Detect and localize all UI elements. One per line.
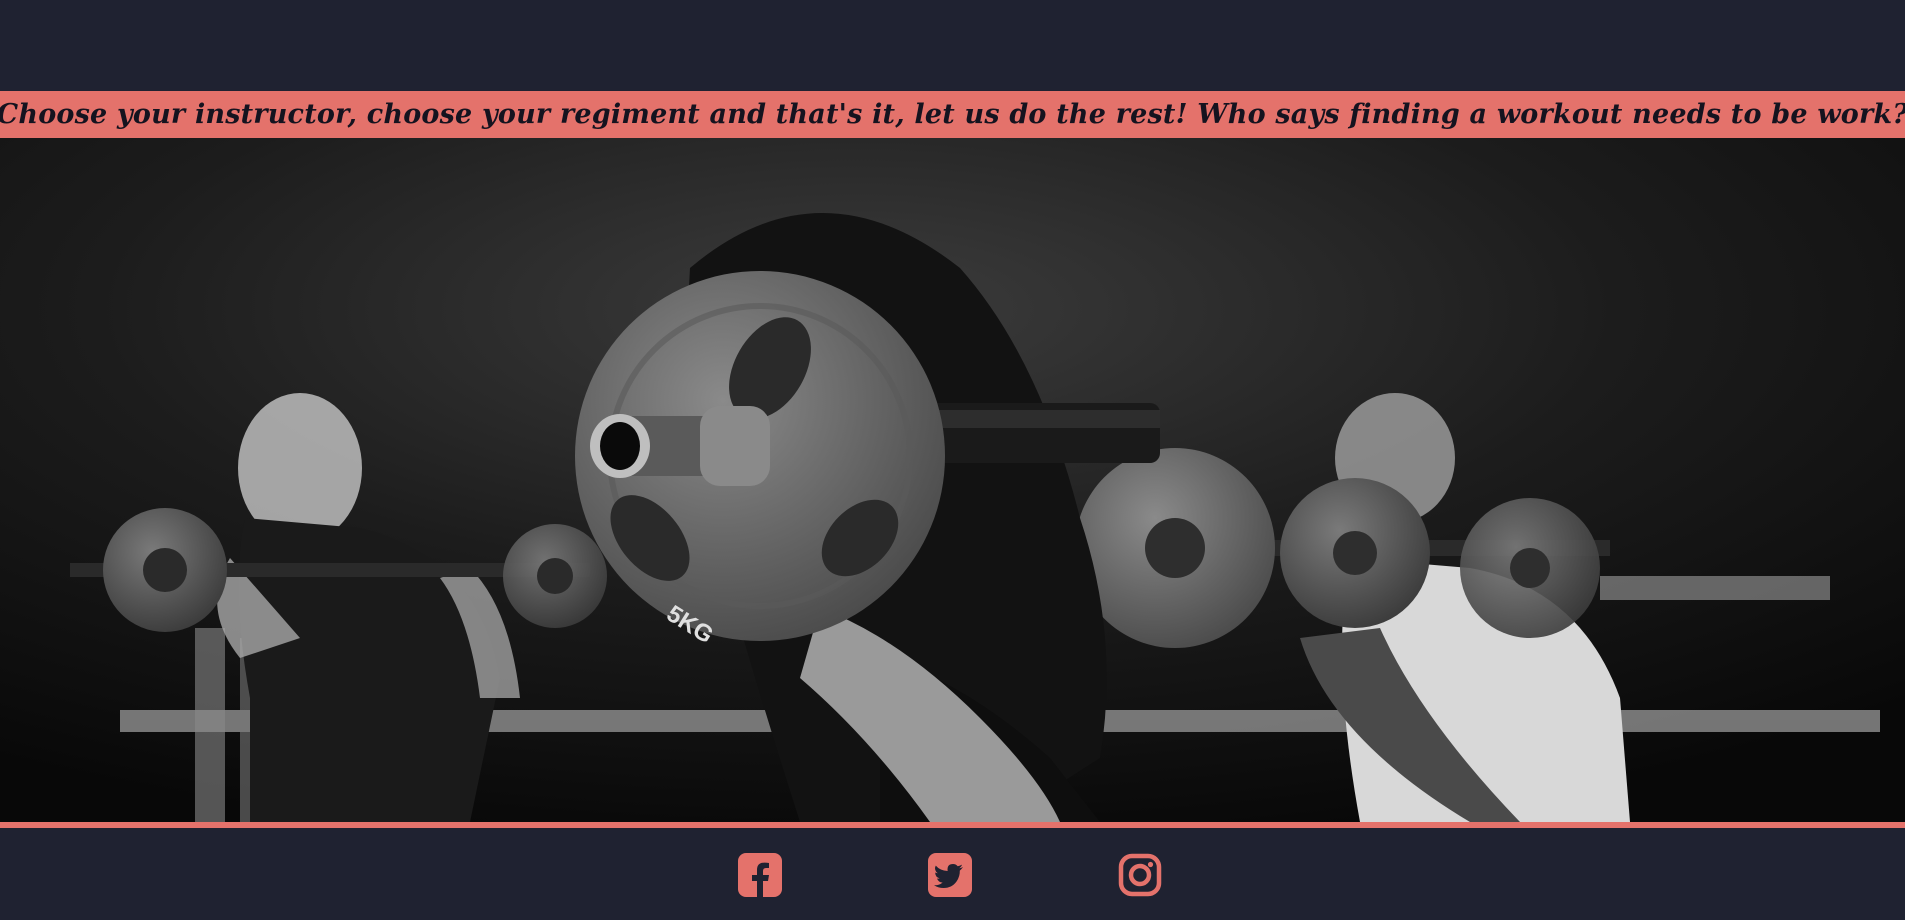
- twitter-link[interactable]: [928, 853, 972, 897]
- tagline-text: Choose your instructor, choose your regi…: [0, 99, 1907, 130]
- facebook-icon: [738, 853, 782, 897]
- barbell-class-photo: 5KG: [0, 138, 1905, 822]
- tagline-banner: Choose your instructor, choose your regi…: [0, 91, 1907, 138]
- instagram-link[interactable]: [1118, 853, 1162, 897]
- top-bar: [0, 0, 1907, 91]
- facebook-link[interactable]: [738, 853, 782, 897]
- instagram-icon: [1118, 853, 1162, 897]
- page: Choose your instructor, choose your regi…: [0, 0, 1907, 920]
- hero-image: 5KG: [0, 138, 1905, 822]
- twitter-icon: [928, 853, 972, 897]
